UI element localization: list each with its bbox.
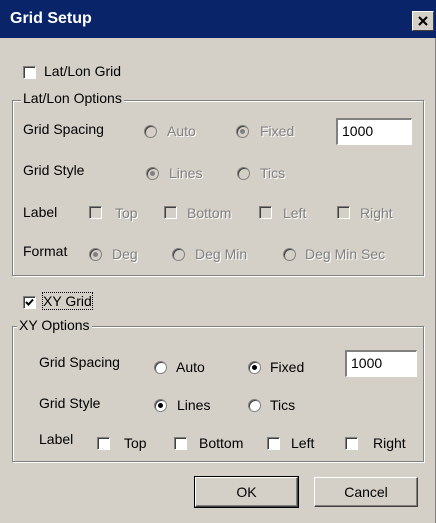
latlon-style-tics-label: Tics bbox=[260, 165, 286, 181]
latlon-label-top-text: Top bbox=[115, 205, 138, 221]
latlon-spacing-auto-radio[interactable] bbox=[144, 125, 157, 138]
latlon-format-deg-label: Deg bbox=[112, 246, 138, 262]
latlon-options-label: Lat/Lon Options bbox=[21, 90, 124, 106]
xy-options-label: XY Options bbox=[17, 317, 92, 333]
checkmark-icon bbox=[25, 298, 34, 306]
xy-label-top-checkbox[interactable] bbox=[97, 437, 110, 450]
xy-label-right-checkbox[interactable] bbox=[345, 437, 358, 450]
xy-style-tics-label: Tics bbox=[270, 397, 296, 413]
latlon-label-left-text: Left bbox=[283, 205, 307, 221]
xy-grid-spacing-label: Grid Spacing bbox=[39, 354, 120, 370]
xy-spacing-auto-label: Auto bbox=[176, 359, 205, 375]
latlon-style-tics-radio[interactable] bbox=[237, 167, 250, 180]
latlon-grid-spacing-label: Grid Spacing bbox=[23, 121, 104, 137]
ok-button[interactable]: OK bbox=[194, 476, 299, 508]
window-title: Grid Setup bbox=[10, 10, 92, 27]
latlon-style-lines-label: Lines bbox=[169, 165, 203, 181]
latlon-format-degminsec-label: Deg Min Sec bbox=[305, 246, 386, 262]
xy-label-bottom-text: Bottom bbox=[199, 435, 244, 451]
latlon-spacing-value-field[interactable]: 1000 bbox=[336, 118, 412, 145]
latlon-format-deg-radio[interactable] bbox=[89, 248, 102, 261]
xy-grid-style-label: Grid Style bbox=[39, 395, 101, 411]
latlon-label-right-text: Right bbox=[360, 205, 393, 221]
latlon-grid-style-label: Grid Style bbox=[23, 162, 85, 178]
xy-label-left-checkbox[interactable] bbox=[267, 437, 280, 450]
latlon-grid-label[interactable]: Lat/Lon Grid bbox=[44, 63, 121, 79]
xy-label-right-text: Right bbox=[373, 435, 406, 451]
grid-setup-dialog: Grid Setup Lat/Lon Grid Lat/Lon Options … bbox=[0, 0, 436, 523]
latlon-label-top-checkbox[interactable] bbox=[89, 206, 102, 219]
latlon-spacing-auto-label: Auto bbox=[167, 123, 196, 139]
xy-spacing-auto-radio[interactable] bbox=[154, 361, 167, 374]
xy-grid-label[interactable]: XY Grid bbox=[42, 292, 93, 310]
latlon-style-lines-radio[interactable] bbox=[146, 167, 159, 180]
latlon-label-right-checkbox[interactable] bbox=[337, 206, 350, 219]
latlon-grid-checkbox[interactable] bbox=[23, 66, 36, 79]
xy-label-top-text: Top bbox=[124, 435, 147, 451]
close-icon bbox=[418, 16, 428, 26]
xy-spacing-fixed-label: Fixed bbox=[270, 359, 305, 375]
latlon-label-left-checkbox[interactable] bbox=[259, 206, 272, 219]
latlon-format-label: Format bbox=[23, 243, 68, 259]
xy-style-lines-radio[interactable] bbox=[154, 399, 167, 412]
xy-spacing-fixed-radio[interactable] bbox=[248, 361, 261, 374]
latlon-format-degmin-label: Deg Min bbox=[195, 246, 248, 262]
latlon-label-bottom-text: Bottom bbox=[187, 205, 232, 221]
latlon-format-degminsec-radio[interactable] bbox=[283, 248, 296, 261]
xy-grid-checkbox[interactable] bbox=[23, 296, 36, 309]
latlon-spacing-fixed-label: Fixed bbox=[260, 123, 295, 139]
latlon-format-degmin-radio[interactable] bbox=[172, 248, 185, 261]
close-button[interactable] bbox=[412, 11, 434, 31]
xy-label-row-label: Label bbox=[39, 431, 74, 447]
latlon-spacing-fixed-radio[interactable] bbox=[236, 125, 249, 138]
title-bar[interactable]: Grid Setup bbox=[0, 0, 436, 38]
latlon-label-bottom-checkbox[interactable] bbox=[164, 206, 177, 219]
xy-spacing-value-field[interactable]: 1000 bbox=[345, 350, 417, 377]
xy-label-left-text: Left bbox=[291, 435, 315, 451]
xy-label-bottom-checkbox[interactable] bbox=[174, 437, 187, 450]
xy-style-lines-label: Lines bbox=[177, 397, 211, 413]
xy-style-tics-radio[interactable] bbox=[248, 399, 261, 412]
latlon-label-row-label: Label bbox=[23, 204, 58, 220]
cancel-button[interactable]: Cancel bbox=[314, 477, 418, 507]
